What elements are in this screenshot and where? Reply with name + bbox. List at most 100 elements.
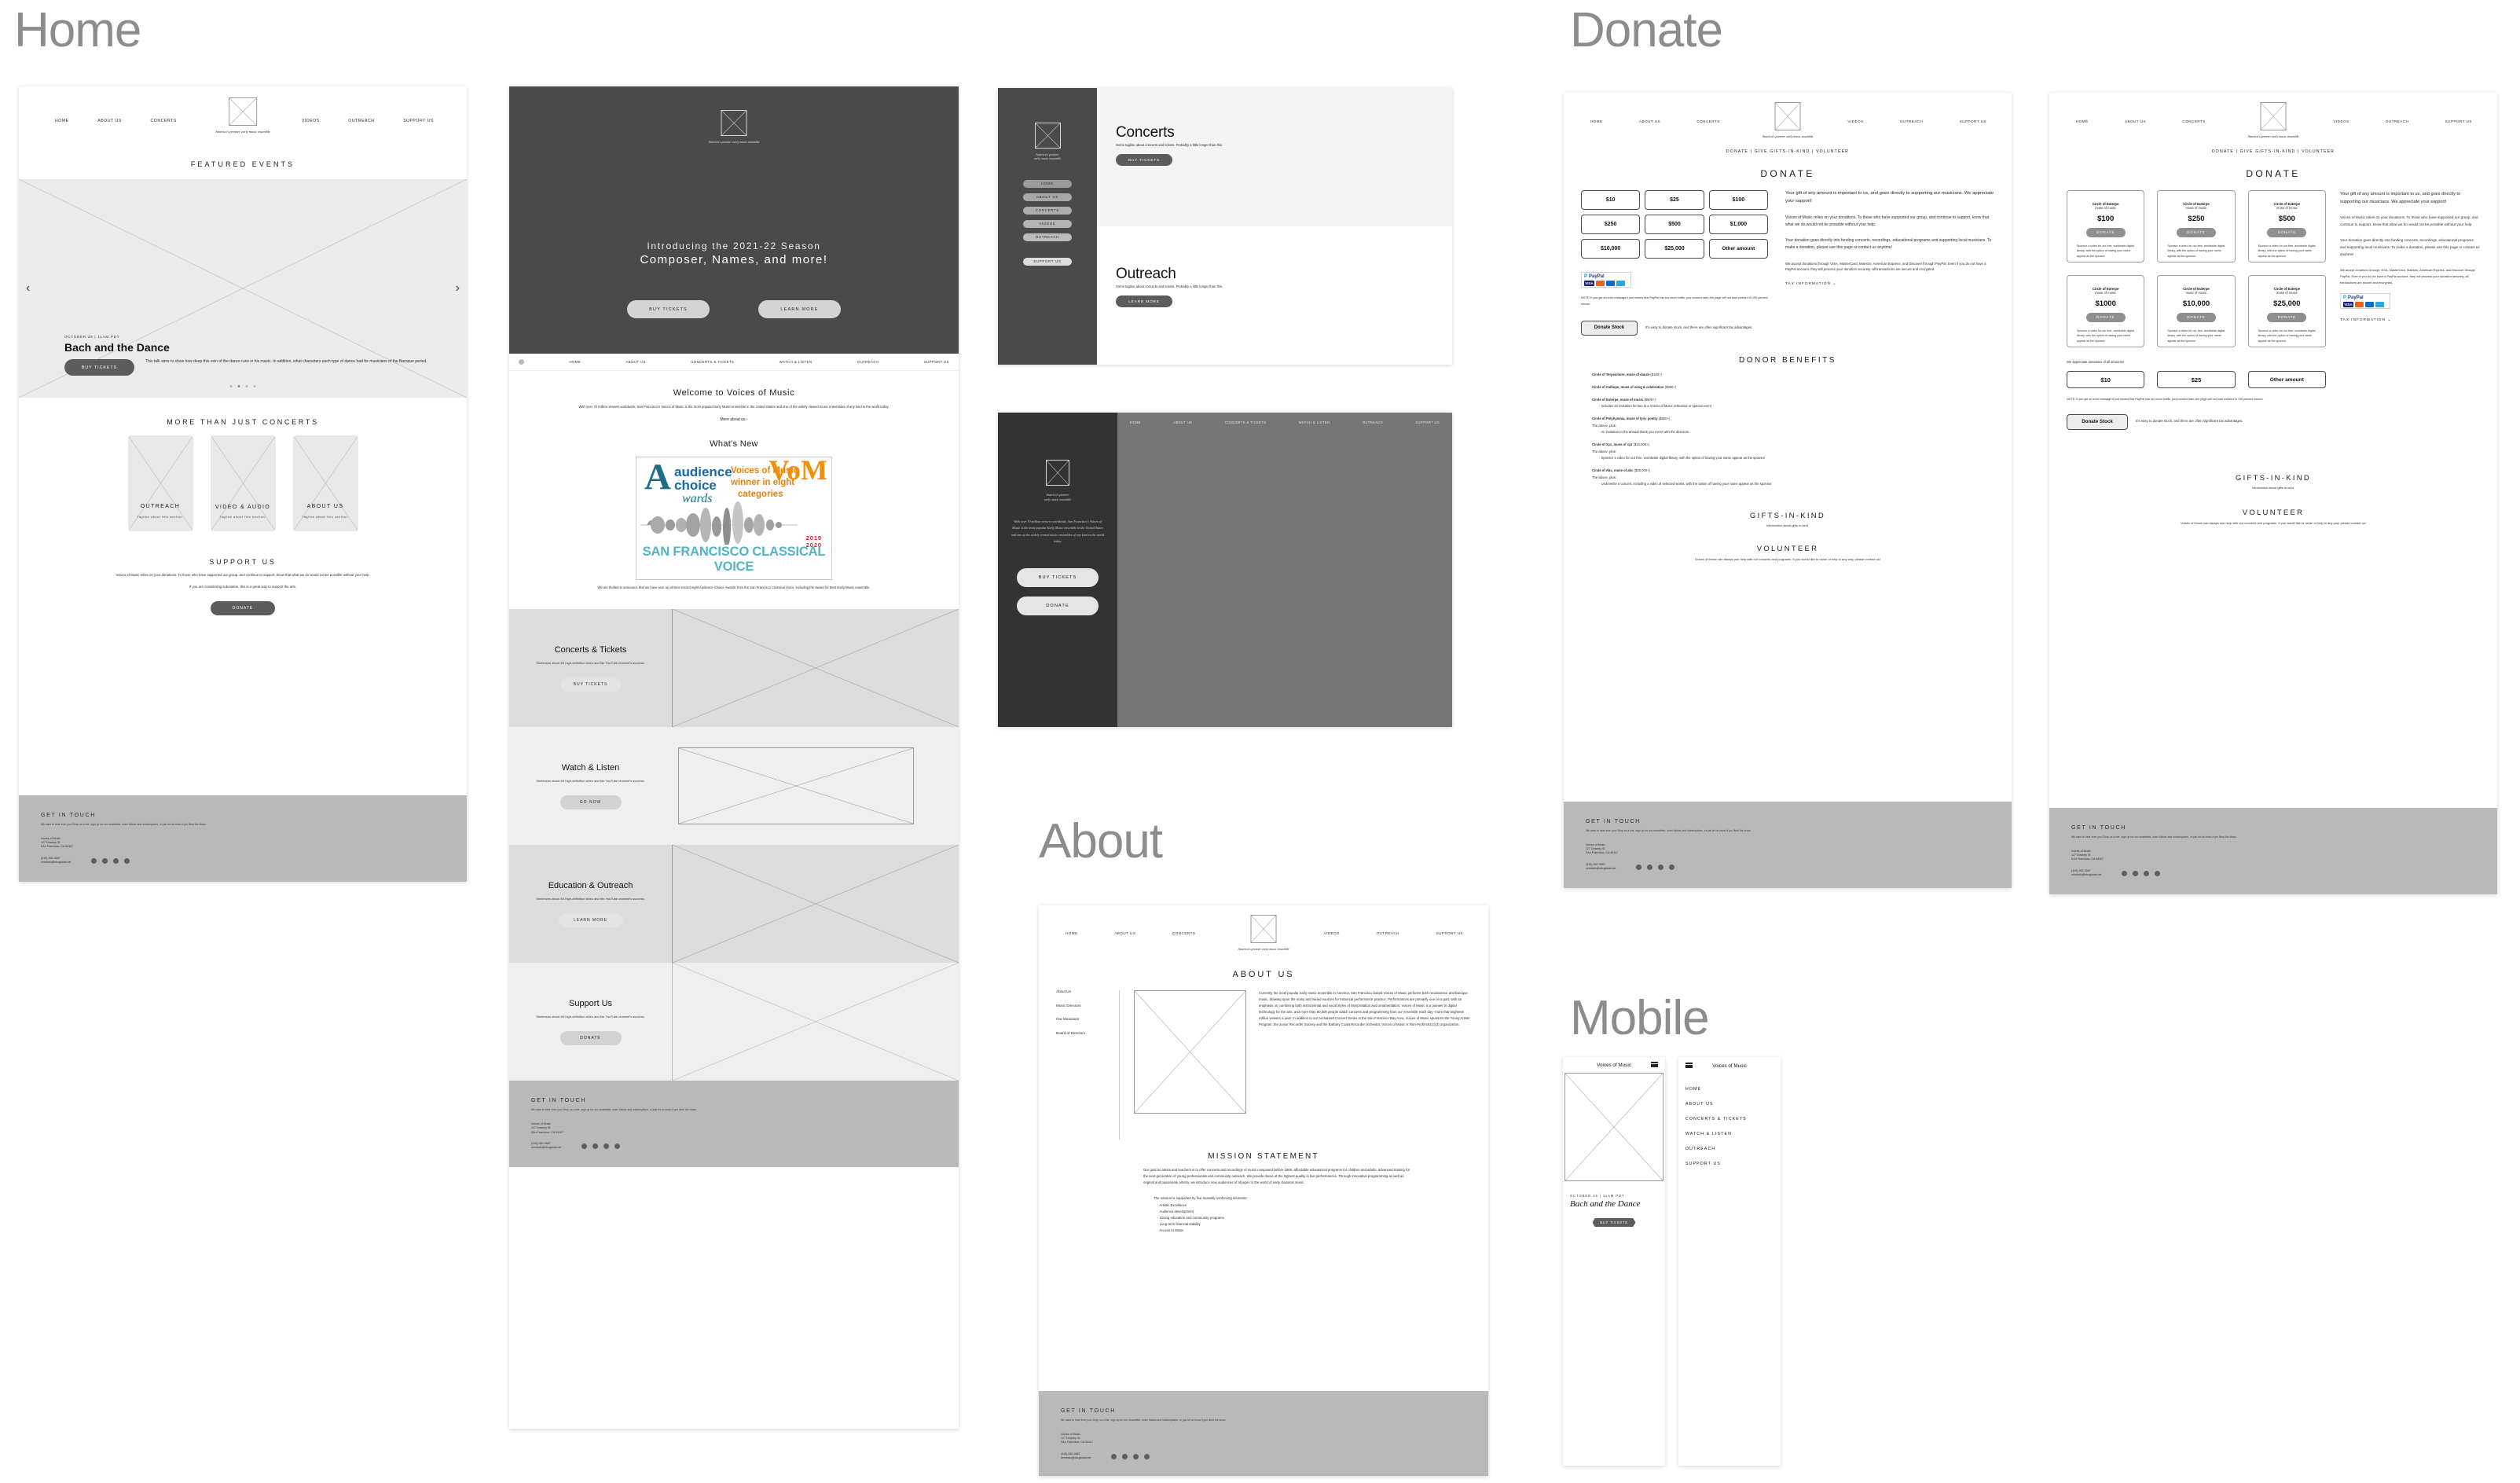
- amount-button-other[interactable]: Other amount: [2247, 371, 2326, 388]
- dark-donate-button[interactable]: DONATE: [1017, 596, 1099, 615]
- hero-learn-more-button[interactable]: LEARN MORE: [758, 300, 841, 318]
- featured-carousel[interactable]: ‹ › OCTOBER 25 | 11AM PDT Bach and the D…: [19, 179, 467, 398]
- nav-link-videos[interactable]: VIDEOS: [1847, 119, 1863, 123]
- nav-link-support-us[interactable]: SUPPORT US: [403, 119, 434, 123]
- feature-card-outreach[interactable]: OUTREACH Tagline about this section.: [127, 435, 193, 531]
- dark-buy-tickets-button[interactable]: BUY TICKETS: [1017, 567, 1099, 587]
- footer-social-links[interactable]: [581, 1143, 621, 1150]
- nav-link-watch-listen[interactable]: WATCH & LISTEN: [1299, 420, 1330, 424]
- mobile-menu-item-about-us[interactable]: ABOUT US: [1686, 1102, 1781, 1107]
- tier-donate-button[interactable]: DONATE: [2176, 312, 2216, 322]
- about-nav-item-music-directors[interactable]: Music Directors: [1056, 1004, 1119, 1008]
- about-side-nav[interactable]: About Us Music Directors Our Musicians B…: [1056, 989, 1119, 1140]
- tax-information-toggle[interactable]: TAX INFORMATION ⌄: [2340, 318, 2480, 322]
- amount-button-10[interactable]: $10: [1581, 190, 1641, 210]
- footer-email[interactable]: cembalo@sbcglobal.net: [1586, 867, 1616, 871]
- nav-link-outreach[interactable]: OUTREACH: [2386, 119, 2408, 123]
- amount-button-500[interactable]: $500: [1645, 215, 1704, 234]
- nav-link-videos[interactable]: VIDEOS: [302, 119, 320, 123]
- nav-link-home[interactable]: HOME: [569, 360, 581, 364]
- donate-stock-button[interactable]: Donate Stock: [1581, 320, 1638, 336]
- tier-donate-button[interactable]: DONATE: [2085, 227, 2126, 237]
- amount-button-25000[interactable]: $25,000: [1645, 239, 1704, 259]
- hero-buy-tickets-button[interactable]: BUY TICKETS: [627, 300, 710, 318]
- buy-tickets-button[interactable]: BUY TICKETS: [64, 359, 134, 376]
- nav-link-videos[interactable]: VIDEOS: [2333, 119, 2349, 123]
- section-cta-button[interactable]: LEARN MORE: [558, 912, 623, 927]
- footer-social-links[interactable]: [91, 858, 130, 864]
- about-nav-item-our-musicians[interactable]: Our Musicians: [1056, 1018, 1119, 1022]
- nav-link-home[interactable]: HOME: [1066, 931, 1078, 935]
- amount-button-100[interactable]: $100: [1708, 190, 1768, 210]
- nav-link-home[interactable]: HOME: [1130, 420, 1141, 424]
- amount-button-25[interactable]: $25: [2157, 371, 2236, 388]
- nav-link-outreach[interactable]: OUTREACH: [1377, 931, 1399, 935]
- nav-link-about-us[interactable]: ABOUT US: [1173, 420, 1192, 424]
- tier-card-100[interactable]: Circle of Euterpe muse of music $100 DON…: [2067, 190, 2145, 262]
- mobile-menu-item-watch-listen[interactable]: WATCH & LISTEN: [1686, 1132, 1781, 1136]
- nav-link-concerts[interactable]: CONCERTS: [1697, 119, 1719, 123]
- carousel-prev-icon[interactable]: ‹: [26, 281, 30, 295]
- feature-card-about-us[interactable]: ABOUT US Tagline about this section.: [292, 435, 358, 531]
- site-logo[interactable]: America's premier early music ensemble: [215, 97, 270, 134]
- sidebar-item-concerts[interactable]: CONCERTS: [1023, 206, 1072, 215]
- sidebar-item-videos[interactable]: VIDEOS: [1023, 219, 1072, 228]
- nav-link-concerts-tickets[interactable]: CONCERTS & TICKETS: [1225, 420, 1267, 424]
- tier-donate-button[interactable]: DONATE: [2085, 312, 2126, 322]
- amount-button-other[interactable]: Other amount: [1708, 239, 1768, 259]
- footer-email[interactable]: cembalo@sbcglobal.net: [41, 861, 71, 864]
- nav-link-support-us[interactable]: SUPPORT US: [1415, 420, 1440, 424]
- sidebar-item-home[interactable]: HOME: [1023, 179, 1072, 188]
- tier-card-25000[interactable]: Circle of Euterpe muse of music $25,000 …: [2247, 275, 2326, 347]
- nav-link-about-us[interactable]: ABOUT US: [626, 360, 646, 364]
- amount-button-10000[interactable]: $10,000: [1581, 239, 1641, 259]
- amount-button-10[interactable]: $10: [2067, 371, 2145, 388]
- section-cta-button[interactable]: GO NOW: [559, 795, 622, 809]
- nav-link-about-us[interactable]: ABOUT US: [97, 119, 122, 123]
- nav-link-support-us[interactable]: SUPPORT US: [1436, 931, 1463, 935]
- sidebar-item-support-us[interactable]: SUPPORT US: [1023, 257, 1072, 266]
- mobile-buy-tickets-button[interactable]: BUY TICKETS: [1592, 1218, 1636, 1227]
- tier-donate-button[interactable]: DONATE: [2176, 227, 2216, 237]
- about-nav-item-about-us[interactable]: About Us: [1056, 989, 1119, 994]
- carousel-dots[interactable]: [229, 385, 256, 387]
- section-cta-button[interactable]: DONATE: [559, 1030, 622, 1045]
- mobile-menu-item-concerts-tickets[interactable]: CONCERTS & TICKETS: [1686, 1117, 1781, 1121]
- block-cta-button[interactable]: LEARN MORE: [1116, 295, 1172, 307]
- nav-link-concerts[interactable]: CONCERTS: [151, 119, 177, 123]
- tier-donate-button[interactable]: DONATE: [2267, 312, 2307, 322]
- nav-link-outreach[interactable]: OUTREACH: [857, 360, 879, 364]
- nav-link-videos[interactable]: VIDEOS: [1324, 931, 1340, 935]
- nav-link-outreach[interactable]: OUTREACH: [348, 119, 374, 123]
- mobile-menu-item-outreach[interactable]: OUTREACH: [1686, 1147, 1781, 1151]
- sidebar-item-outreach[interactable]: OUTREACH: [1023, 233, 1072, 241]
- nav-link-support-us[interactable]: SUPPORT US: [924, 360, 949, 364]
- footer-email[interactable]: cembalo@sbcglobal.net: [531, 1146, 561, 1150]
- hero-logo[interactable]: America's premier early music ensemble: [709, 110, 759, 144]
- mobile-menu-item-support-us[interactable]: SUPPORT US: [1686, 1162, 1781, 1166]
- nav-link-outreach[interactable]: OUTREACH: [1363, 420, 1383, 424]
- amount-button-1000[interactable]: $1,000: [1708, 215, 1768, 234]
- section-cta-button[interactable]: BUY TICKETS: [559, 677, 622, 692]
- donation-amount-grid[interactable]: $10 $25 $100 $250 $500 $1,000 $10,000 $2…: [1581, 190, 1768, 259]
- donate-stock-button[interactable]: Donate Stock: [2067, 413, 2128, 430]
- nav-link-home[interactable]: HOME: [1590, 119, 1603, 123]
- footer-email[interactable]: cembalo@sbcglobal.net: [2071, 873, 2101, 877]
- tier-card-250[interactable]: Circle of Euterpe muse of music $250 DON…: [2157, 190, 2236, 262]
- hamburger-menu-icon[interactable]: [1686, 1063, 1693, 1068]
- nav-link-about-us[interactable]: ABOUT US: [1114, 931, 1135, 935]
- tier-donate-button[interactable]: DONATE: [2267, 227, 2307, 237]
- nav-link-outreach[interactable]: OUTREACH: [1900, 119, 1923, 123]
- donate-button[interactable]: DONATE: [211, 600, 275, 615]
- tier-card-10000[interactable]: Circle of Euterpe muse of music $10,000 …: [2157, 275, 2236, 347]
- tier-card-1000[interactable]: Circle of Euterpe muse of music $1000 DO…: [2067, 275, 2145, 347]
- tier-card-500[interactable]: Circle of Euterpe muse of music $500 DON…: [2247, 190, 2326, 262]
- about-nav-item-board-of-directors[interactable]: Board of Directors: [1056, 1031, 1119, 1036]
- mobile-menu-item-home[interactable]: HOME: [1686, 1087, 1781, 1092]
- feature-card-video-audio[interactable]: VIDEO & AUDIO Tagline about this section…: [210, 435, 276, 531]
- block-cta-button[interactable]: BUY TICKETS: [1116, 154, 1172, 166]
- hamburger-menu-icon[interactable]: [1651, 1062, 1658, 1067]
- dark-logo[interactable]: America's premier early music ensemble: [998, 460, 1117, 501]
- nav-link-support-us[interactable]: SUPPORT US: [1960, 119, 1986, 123]
- sidebar-nav[interactable]: HOME ABOUT US CONCERTS VIDEOS OUTREACH S…: [998, 179, 1097, 266]
